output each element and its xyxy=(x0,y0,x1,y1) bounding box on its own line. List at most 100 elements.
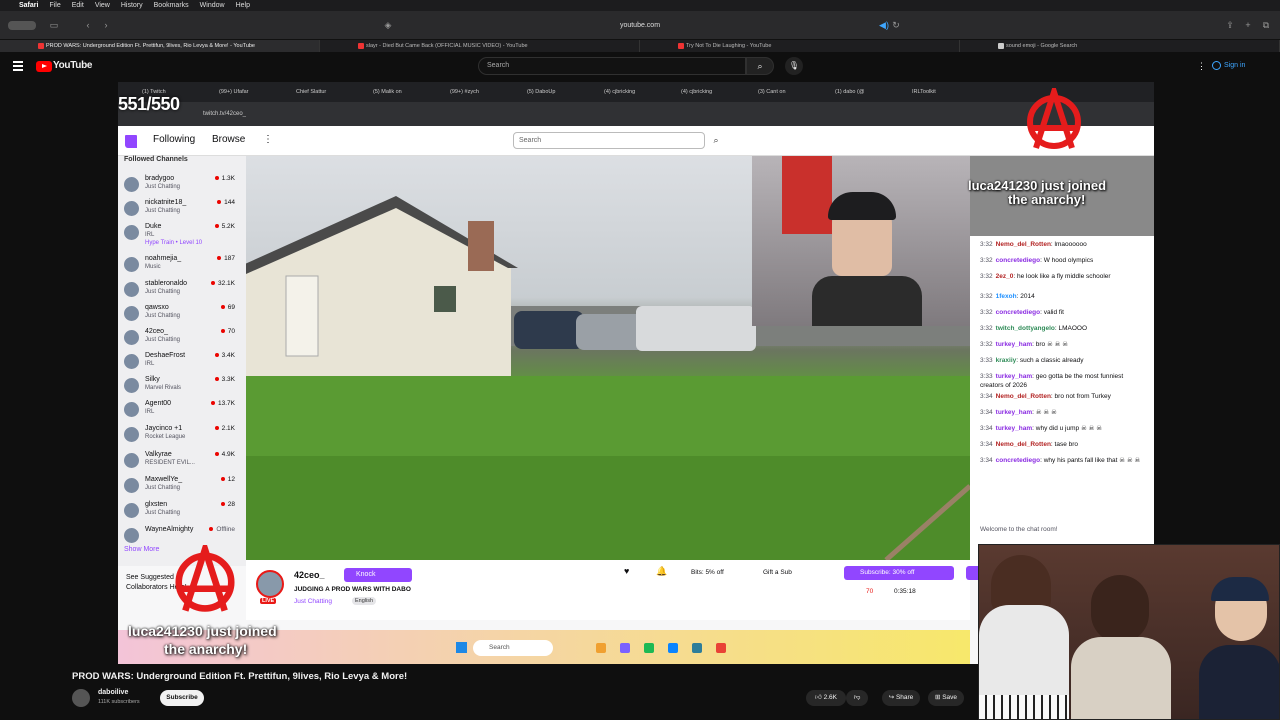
window-controls[interactable] xyxy=(8,21,36,30)
address-bar[interactable]: youtube.com xyxy=(380,18,900,33)
sidebar-icon[interactable]: ▭ xyxy=(48,20,60,31)
menu-view[interactable]: View xyxy=(95,2,110,9)
channel-game: Just Chatting xyxy=(145,313,181,319)
chat-username: twitch_dottyangelo xyxy=(995,325,1055,332)
share-icon[interactable]: ⇪ xyxy=(1224,20,1236,31)
chat-message: 3:34 turkey_ham: why did u jump ☠ ☠ ☠ xyxy=(980,424,1148,433)
bell-icon: 🔔 xyxy=(656,566,668,576)
twitch-header: Following Browse ⋮ Search ⌕ xyxy=(118,126,1154,156)
stream-title: JUDGING A PROD WARS WITH DABO xyxy=(294,586,411,593)
safari-tab-title: sound emoji - Google Search xyxy=(1006,43,1078,49)
knock-button: Knock xyxy=(344,568,412,582)
channel-item: Agent00 IRL 13.7K xyxy=(124,399,242,423)
account-icon xyxy=(1212,60,1221,70)
safari-tab[interactable]: sound emoji - Google Search xyxy=(960,40,1280,52)
hamburger-menu-icon[interactable] xyxy=(13,61,23,71)
youtube-logo-text[interactable]: YouTube xyxy=(53,60,93,71)
avatar xyxy=(124,478,139,493)
followed-channels-header: Followed Channels xyxy=(124,156,188,163)
avatar xyxy=(124,453,139,468)
person-3-shirt xyxy=(1199,645,1279,719)
avatar xyxy=(124,503,139,518)
chat-timestamp: 3:34 xyxy=(980,409,993,416)
new-tab-icon[interactable]: + xyxy=(1242,20,1254,31)
chat-username: Nemo_del_Rotten xyxy=(995,241,1051,248)
reload-icon[interactable]: ↻ xyxy=(890,20,902,31)
gift-sub-button: Gift a Sub xyxy=(763,569,792,576)
channel-game: IRL xyxy=(145,232,155,238)
mac-menu-bar: Safari File Edit View History Bookmarks … xyxy=(0,0,1280,11)
edge-icon xyxy=(668,643,678,653)
chat-username: turkey_ham xyxy=(995,341,1033,348)
chat-text: ☠ ☠ ☠ xyxy=(1035,409,1057,416)
menu-history[interactable]: History xyxy=(121,2,143,9)
avatar xyxy=(124,257,139,272)
join-alert-left-line1: luca241230 just joined xyxy=(128,623,277,639)
back-icon[interactable]: ‹ xyxy=(82,20,94,31)
stream-browser-tab: (5) DaboUp xyxy=(527,89,556,95)
channel-avatar[interactable] xyxy=(72,689,90,707)
chat-timestamp: 3:33 xyxy=(980,357,993,364)
menu-file[interactable]: File xyxy=(49,2,60,9)
menu-help[interactable]: Help xyxy=(236,2,250,9)
chrome-icon xyxy=(716,643,726,653)
dislike-button[interactable]: 👎︎ xyxy=(846,690,868,706)
channel-item: bradygoo Just Chatting 1.3K xyxy=(124,174,242,198)
sign-in-label: Sign in xyxy=(1224,62,1246,69)
stream-video-scene xyxy=(246,156,970,560)
chat-timestamp: 3:32 xyxy=(980,293,993,300)
viewer-count: 70 xyxy=(221,328,235,335)
channel-game: Just Chatting xyxy=(145,208,181,214)
subscribe-button[interactable]: Subscribe xyxy=(160,690,204,706)
youtube-search-input[interactable]: Search xyxy=(478,57,746,75)
safari-tab[interactable]: slayr - Died But Came Back (OFFICIAL MUS… xyxy=(320,40,640,52)
chat-text: lmaoooooo xyxy=(1054,241,1087,248)
viewer-count: 28 xyxy=(221,501,235,508)
chat-text: such a classic already xyxy=(1019,357,1084,364)
menu-safari[interactable]: Safari xyxy=(19,2,38,9)
bits-button: Bits: 5% off xyxy=(691,569,724,576)
stream-browser-tab: (99+) #zych xyxy=(450,89,479,95)
menu-bookmarks[interactable]: Bookmarks xyxy=(154,2,189,9)
join-alert-left-line2: the anarchy! xyxy=(164,641,248,657)
microphone-icon[interactable]: 🎙 xyxy=(785,57,803,75)
avatar xyxy=(124,177,139,192)
like-button[interactable]: 👍︎ 2.6K xyxy=(806,690,846,706)
chat-text: bro not from Turkey xyxy=(1054,393,1111,400)
stream-browser-url: twitch.tv/42ceo_ xyxy=(118,102,1154,126)
chat-timestamp: 3:32 xyxy=(980,309,993,316)
sign-in-button[interactable]: Sign in xyxy=(1212,58,1262,74)
menu-window[interactable]: Window xyxy=(200,2,225,9)
show-more-link: Show More xyxy=(124,546,160,553)
channel-item: 42ceo_ Just Chatting 70 xyxy=(124,327,242,351)
chat-message: 3:34 Nemo_del_Rotten: bro not from Turkey xyxy=(980,392,1148,401)
chat-text: valid fit xyxy=(1043,309,1064,316)
forward-icon[interactable]: › xyxy=(100,20,112,31)
chat-message: 3:34 turkey_ham: ☠ ☠ ☠ xyxy=(980,408,1148,417)
channel-name: Silky xyxy=(145,376,160,383)
chat-text: he look like a fly middle schooler xyxy=(1017,273,1111,280)
safari-tab-active[interactable]: PROD WARS: Underground Edition Ft. Prett… xyxy=(0,40,320,52)
share-button[interactable]: ↪ Share xyxy=(882,690,920,706)
search-icon[interactable]: ⌕ xyxy=(746,57,774,75)
audio-playing-icon[interactable]: ◀) xyxy=(878,20,890,31)
safari-tab[interactable]: Try Not To Die Laughing - YouTube xyxy=(640,40,960,52)
viewer-count: 2.1K xyxy=(215,425,235,432)
save-button[interactable]: ⊞ Save xyxy=(928,690,964,706)
viewer-count: 69 xyxy=(221,304,235,311)
channel-item: nickatnite18_ Just Chatting 144 xyxy=(124,198,242,222)
tab-overview-icon[interactable]: ⧉ xyxy=(1260,20,1272,31)
more-options-icon[interactable]: ⋮ xyxy=(1197,61,1206,72)
subscriber-count: 111K subscribers xyxy=(98,699,140,705)
youtube-logo-icon[interactable] xyxy=(36,61,52,72)
twitch-browse-link: Browse xyxy=(212,134,246,145)
channel-game: IRL xyxy=(145,361,155,367)
avatar xyxy=(124,282,139,297)
channel-game: RESIDENT EVIL... xyxy=(145,460,195,466)
channel-name[interactable]: daboilive xyxy=(98,689,128,696)
taskbar-search: Search xyxy=(473,640,553,656)
stream-browser-tab: (4) cjbricking xyxy=(681,89,713,95)
menu-edit[interactable]: Edit xyxy=(72,2,84,9)
stream-browser-tab-bar: (1) Twitch (99+) Ufafar Chief Slattur (5… xyxy=(118,82,1154,102)
channel-game: Just Chatting xyxy=(145,510,181,516)
